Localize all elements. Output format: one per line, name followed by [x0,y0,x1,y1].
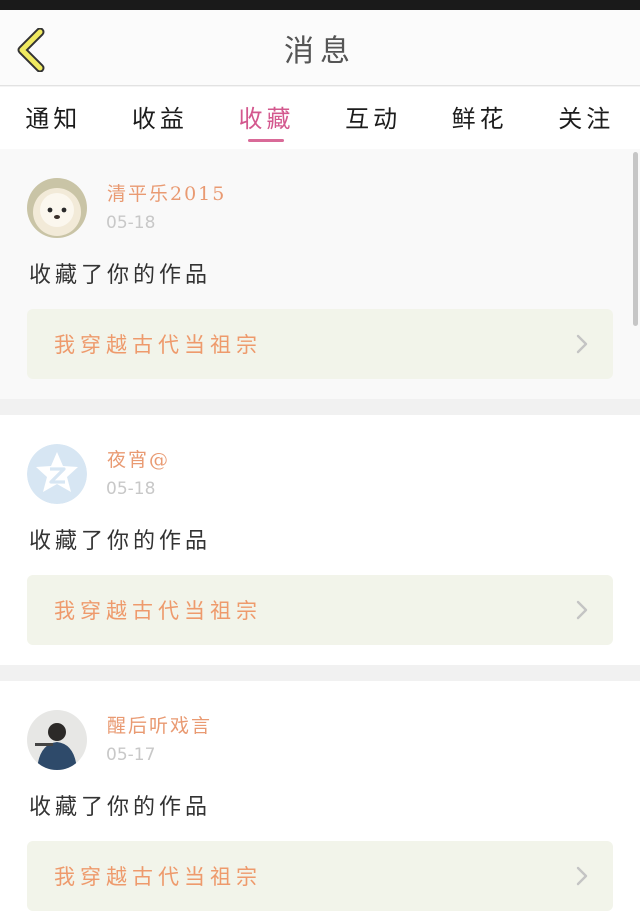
username[interactable]: 夜宵@ [107,445,170,472]
tab-label: 收藏 [238,105,295,133]
tab-indicator [248,139,285,142]
avatar[interactable] [27,710,87,770]
work-link-card[interactable]: 我穿越古代当祖宗 [27,841,613,911]
timestamp: 05-18 [106,213,156,233]
chevron-right-icon [576,600,588,620]
tab-bar: 通知 收益 收藏 互动 鲜花 关注 [0,87,640,149]
message-list: 清平乐2015 05-18 收藏了你的作品 我穿越古代当祖宗 夜宵@ 05-18… [0,149,640,924]
divider [0,399,640,415]
tab-notifications[interactable]: 通知 [0,87,107,149]
message-card: 清平乐2015 05-18 收藏了你的作品 我穿越古代当祖宗 [0,149,640,399]
work-link-card[interactable]: 我穿越古代当祖宗 [27,575,613,645]
back-button[interactable] [14,26,54,74]
work-title: 我穿越古代当祖宗 [54,333,262,357]
tab-label: 互动 [345,105,402,133]
tab-interactions[interactable]: 互动 [320,87,427,149]
status-bar [0,0,640,10]
page-title: 消息 [284,33,356,69]
tab-flowers[interactable]: 鲜花 [426,87,533,149]
avatar[interactable] [27,178,87,238]
tab-label: 鲜花 [451,105,508,133]
work-title: 我穿越古代当祖宗 [54,865,262,889]
girl-back-photo [27,710,87,770]
scrollbar[interactable] [633,152,638,326]
work-title: 我穿越古代当祖宗 [54,599,262,623]
top-bar: 消息 [0,10,640,86]
action-text: 收藏了你的作品 [29,529,212,554]
tab-label: 收益 [131,105,188,133]
message-card: 夜宵@ 05-18 收藏了你的作品 我穿越古代当祖宗 [0,415,640,665]
tab-label: 通知 [25,105,82,133]
pomeranian-dog-photo [27,178,87,238]
username[interactable]: 清平乐2015 [107,179,226,206]
action-text: 收藏了你的作品 [29,263,212,288]
tab-label: 关注 [558,105,615,133]
chevron-right-icon [576,334,588,354]
default-z-avatar [27,444,87,504]
divider [0,665,640,681]
timestamp: 05-17 [106,745,156,765]
avatar[interactable] [27,444,87,504]
action-text: 收藏了你的作品 [29,795,212,820]
chevron-left-icon [17,28,45,72]
chevron-right-icon [576,866,588,886]
timestamp: 05-18 [106,479,156,499]
tab-following[interactable]: 关注 [533,87,640,149]
username[interactable]: 醒后听戏言 [107,711,212,738]
tab-earnings[interactable]: 收益 [107,87,214,149]
tab-favorites[interactable]: 收藏 [213,87,320,149]
work-link-card[interactable]: 我穿越古代当祖宗 [27,309,613,379]
message-card: 醒后听戏言 05-17 收藏了你的作品 我穿越古代当祖宗 [0,681,640,924]
